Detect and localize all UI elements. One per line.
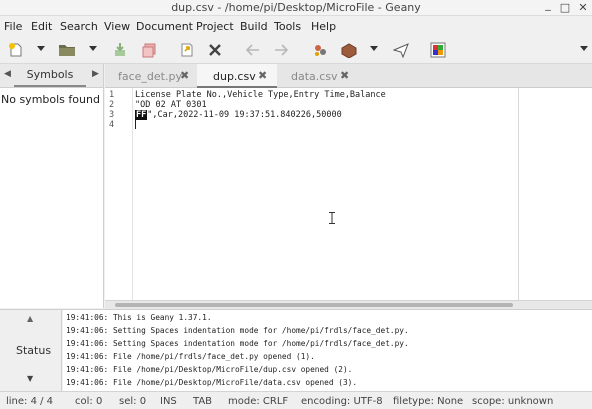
list-item: 19:41:06: Setting Spaces indentation mod… xyxy=(66,326,409,335)
status-encoding: encoding: UTF-8 xyxy=(301,396,383,407)
menu-file[interactable]: File xyxy=(4,20,22,33)
close-tab-icon[interactable]: ✖ xyxy=(180,69,189,82)
status-col: col: 0 xyxy=(75,396,103,407)
build-icon[interactable] xyxy=(340,41,358,59)
line-number: 3 xyxy=(109,110,115,120)
menu-project[interactable]: Project xyxy=(196,20,234,33)
close-window-button[interactable]: ✕ xyxy=(576,0,590,15)
tab-scroll-up-icon[interactable]: ▲ xyxy=(27,314,33,323)
minimize-button[interactable]: _ xyxy=(541,0,555,12)
line-number: 2 xyxy=(109,100,115,110)
tab-symbols[interactable]: Symbols xyxy=(14,68,86,81)
sidebar-tab-row: ◀ Symbols ▶ xyxy=(0,64,103,88)
symbols-empty-text: No symbols found xyxy=(1,93,100,106)
status-message-list[interactable]: 19:41:06: This is Geany 1.37.1. 19:41:06… xyxy=(63,310,592,392)
editor-horizontal-scrollbar[interactable] xyxy=(105,300,592,309)
code-editor[interactable]: 1 2 3 4 License Plate No.,Vehicle Type,E… xyxy=(105,88,592,300)
close-tab-icon[interactable]: ✖ xyxy=(340,69,349,82)
status-line: line: 4 / 4 xyxy=(6,396,54,407)
run-icon[interactable] xyxy=(392,41,410,59)
tab-face-det[interactable]: face_det.py ✖ xyxy=(105,64,197,88)
menu-bar: File Edit Search View Document Project B… xyxy=(0,17,592,36)
sidebar-scroll-left-icon[interactable]: ◀ xyxy=(4,69,11,79)
message-window: ▲ Status ▼ 19:41:06: This is Geany 1.37.… xyxy=(0,309,592,392)
close-file-icon[interactable] xyxy=(206,41,224,59)
maximize-button[interactable]: □ xyxy=(558,0,572,15)
menu-document[interactable]: Document xyxy=(136,20,193,33)
document-tabs: face_det.py ✖ dup.csv ✖ data.csv ✖ xyxy=(105,64,592,88)
new-file-icon[interactable] xyxy=(7,41,25,59)
scrollbar-thumb[interactable] xyxy=(115,303,513,307)
status-tab: TAB xyxy=(193,396,213,407)
color-chooser-icon[interactable] xyxy=(429,41,447,59)
status-scope: scope: unknown xyxy=(472,396,554,407)
long-line-marker xyxy=(518,88,519,300)
list-item: 19:41:06: Setting Spaces indentation mod… xyxy=(66,339,409,348)
save-icon[interactable] xyxy=(111,41,129,59)
list-item: 19:41:06: File /home/pi/frdls/face_det.p… xyxy=(66,352,315,361)
new-file-dropdown[interactable] xyxy=(37,46,45,51)
message-tabs: ▲ Status ▼ xyxy=(0,310,62,392)
status-sel: sel: 0 xyxy=(119,396,147,407)
line-number: 1 xyxy=(109,90,115,100)
menu-build[interactable]: Build xyxy=(240,20,268,33)
list-item: 19:41:06: This is Geany 1.37.1. xyxy=(66,313,212,322)
tab-data-csv[interactable]: data.csv ✖ xyxy=(277,64,357,88)
tab-scroll-down-icon[interactable]: ▼ xyxy=(27,374,33,383)
revert-icon[interactable] xyxy=(178,41,196,59)
open-file-icon[interactable] xyxy=(58,41,76,59)
menu-view[interactable]: View xyxy=(104,20,130,33)
code-line-3: FF",Car,2022-11-09 19:37:51.840226,50000 xyxy=(135,110,342,120)
code-line-3-text: ",Car,2022-11-09 19:37:51.840226,50000 xyxy=(147,110,342,120)
tab-symbols-indicator xyxy=(14,85,86,87)
line-number: 4 xyxy=(109,120,115,130)
sidebar: ◀ Symbols ▶ No symbols found xyxy=(0,64,104,308)
window-title: dup.csv - /home/pi/Desktop/MicroFile - G… xyxy=(171,1,421,14)
compile-icon[interactable] xyxy=(311,41,329,59)
build-dropdown[interactable] xyxy=(370,46,378,51)
line-number-gutter: 1 2 3 4 xyxy=(105,88,133,300)
menu-edit[interactable]: Edit xyxy=(31,20,52,33)
close-tab-icon[interactable]: ✖ xyxy=(258,69,267,82)
list-item: 19:41:06: File /home/pi/Desktop/MicroFil… xyxy=(66,378,358,387)
menu-help[interactable]: Help xyxy=(311,20,336,33)
back-icon[interactable] xyxy=(244,41,262,59)
text-cursor xyxy=(135,120,136,129)
menu-tools[interactable]: Tools xyxy=(274,20,301,33)
more-icon[interactable] xyxy=(580,46,588,51)
status-ins: INS xyxy=(160,396,177,407)
toolbar xyxy=(0,36,592,64)
open-file-dropdown[interactable] xyxy=(89,46,97,51)
tab-label: data.csv xyxy=(291,70,338,83)
list-item: 19:41:06: File /home/pi/Desktop/MicroFil… xyxy=(66,365,353,374)
save-all-icon[interactable] xyxy=(140,41,158,59)
sidebar-scroll-right-icon[interactable]: ▶ xyxy=(92,69,99,79)
code-line-1: License Plate No.,Vehicle Type,Entry Tim… xyxy=(135,90,386,100)
control-char-marker: FF xyxy=(135,110,148,120)
status-mode: mode: CRLF xyxy=(228,396,289,407)
tab-status[interactable]: Status xyxy=(16,344,51,357)
forward-icon[interactable] xyxy=(272,41,290,59)
tab-label: dup.csv xyxy=(213,70,256,83)
tab-label: face_det.py xyxy=(118,70,182,83)
tab-dup-csv[interactable]: dup.csv ✖ xyxy=(197,64,277,88)
status-filetype: filetype: None xyxy=(393,396,464,407)
menu-search[interactable]: Search xyxy=(60,20,98,33)
code-line-2: "OD 02 AT 0301 xyxy=(135,100,207,110)
ibeam-cursor-icon xyxy=(329,212,335,224)
status-bar: line: 4 / 4 col: 0 sel: 0 INS TAB mode: … xyxy=(0,391,592,409)
title-bar: dup.csv - /home/pi/Desktop/MicroFile - G… xyxy=(0,0,592,16)
